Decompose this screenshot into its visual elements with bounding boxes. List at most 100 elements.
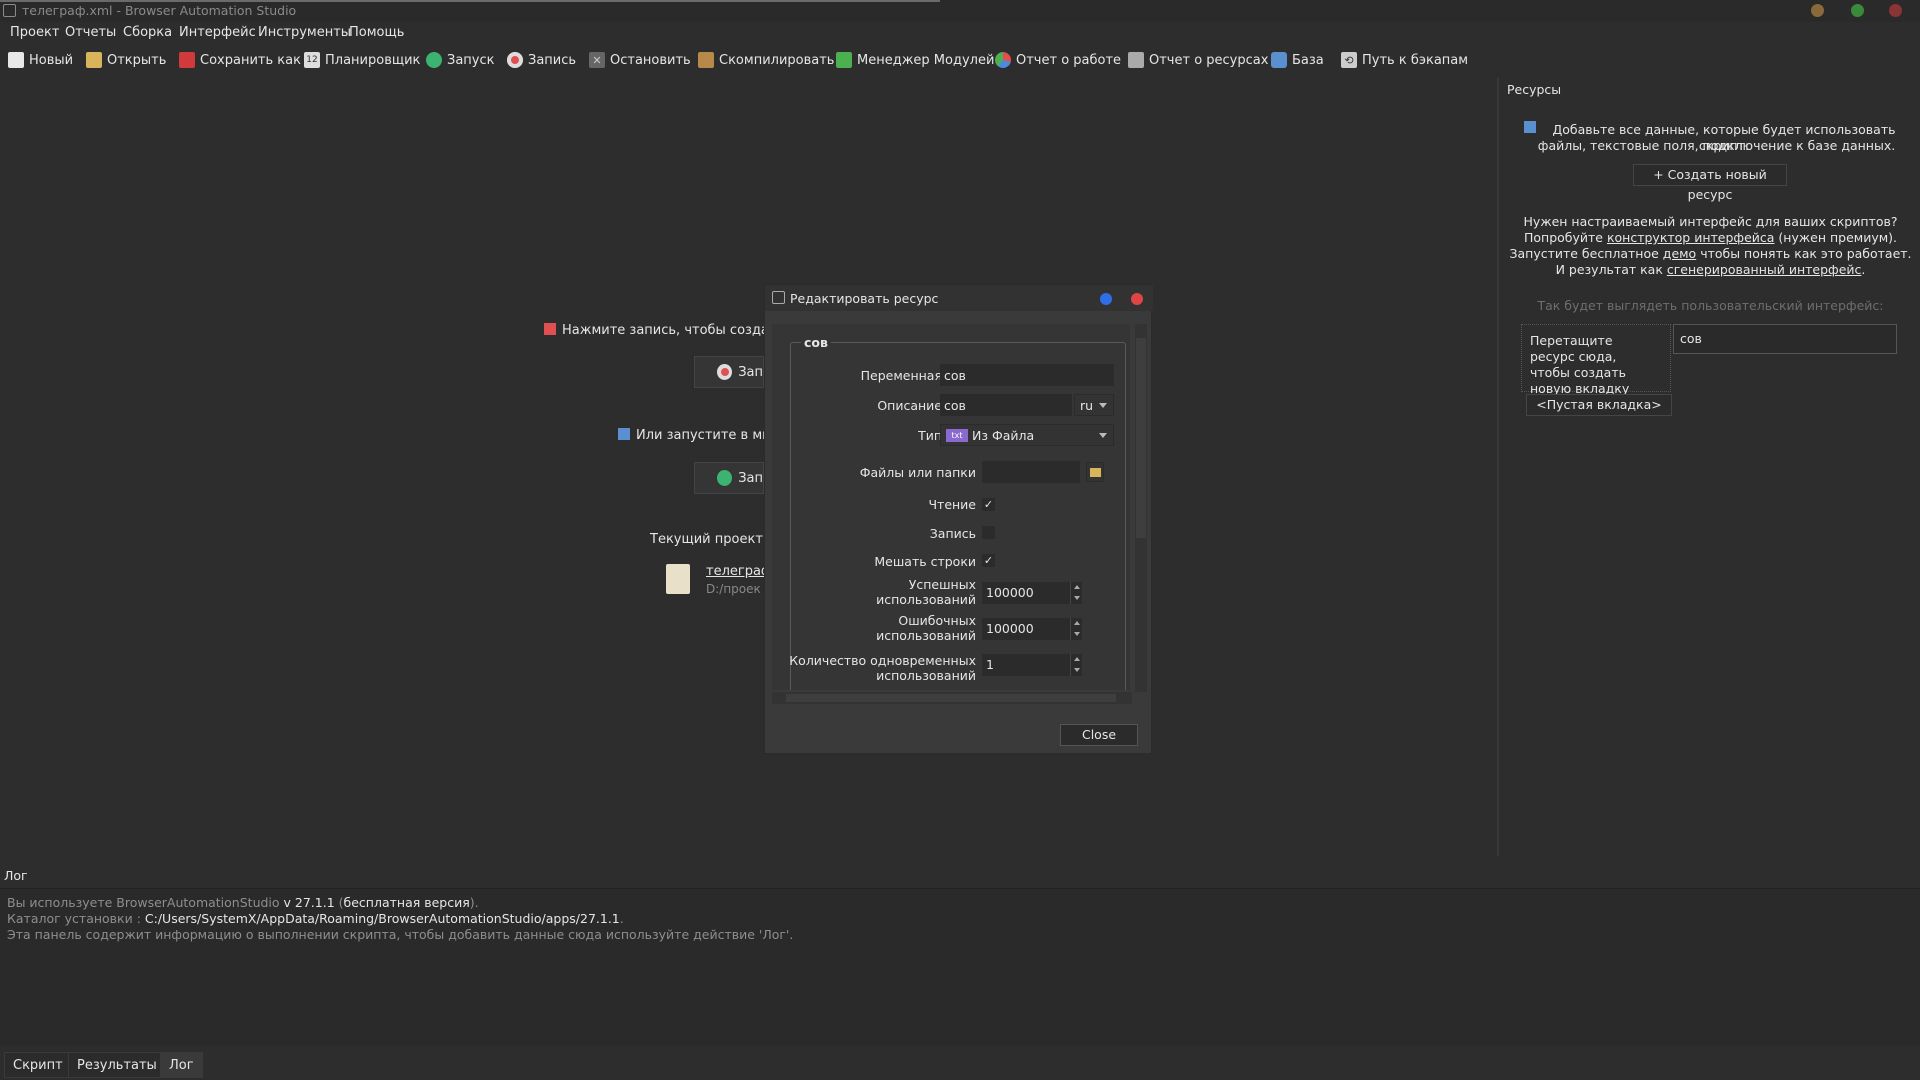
dialog-title: Редактировать ресурс xyxy=(790,291,939,306)
fail-spinbox[interactable]: 100000 xyxy=(982,618,1082,640)
demo-link[interactable]: демо xyxy=(1663,246,1696,261)
work-report-label: Отчет о работе xyxy=(1016,52,1122,68)
success-spinbox[interactable]: 100000 xyxy=(982,582,1082,604)
dialog-close-button[interactable] xyxy=(1131,293,1143,305)
record-button[interactable]: Запись xyxy=(507,49,576,71)
menu-tools[interactable]: Инструменты xyxy=(258,25,351,40)
dialog-close-text-button[interactable]: Close xyxy=(1060,724,1138,746)
concurrent-value: 1 xyxy=(986,657,994,672)
spin-down-icon[interactable] xyxy=(1070,665,1082,676)
info-icon xyxy=(618,428,630,440)
log-line-info: Эта панель содержит информацию о выполне… xyxy=(7,927,794,942)
generated-interface-link[interactable]: сгенерированный интерфейс xyxy=(1667,262,1862,277)
tab-results[interactable]: Результаты xyxy=(68,1052,166,1078)
stop-icon: ✕ xyxy=(589,52,605,68)
log-line-install-dir: Каталог установки : C:/Users/SystemX/App… xyxy=(7,911,624,926)
scheduler-button[interactable]: 12 Планировщик xyxy=(304,49,420,71)
read-checkbox[interactable]: ✓ xyxy=(982,498,995,511)
module-manager-label: Менеджер Модулей xyxy=(857,52,995,68)
open-label: Открыть xyxy=(107,52,167,68)
compile-button[interactable]: Скомпилировать xyxy=(698,49,834,71)
open-button[interactable]: Открыть xyxy=(86,49,166,71)
save-as-button[interactable]: Сохранить как xyxy=(179,49,301,71)
play-icon xyxy=(717,470,733,486)
project-name-link[interactable]: телеграф xyxy=(706,564,772,579)
spin-up-icon[interactable] xyxy=(1070,618,1082,629)
browse-folder-button[interactable] xyxy=(1086,462,1104,482)
language-value: ru xyxy=(1080,397,1094,413)
spin-down-icon[interactable] xyxy=(1070,629,1082,640)
dialog-horizontal-scrollbar[interactable] xyxy=(772,692,1132,704)
menu-help[interactable]: Помощь xyxy=(349,25,404,40)
toolbar: Новый Открыть Сохранить как 12 Планировщ… xyxy=(0,46,1920,74)
tab-script[interactable]: Скрипт xyxy=(4,1052,72,1078)
stop-button[interactable]: ✕ Остановить xyxy=(589,49,691,71)
files-label: Файлы или папки xyxy=(859,465,976,480)
play-icon xyxy=(426,52,442,68)
maximize-button[interactable] xyxy=(1851,4,1864,17)
interface-builder-link[interactable]: конструктор интерфейса xyxy=(1607,230,1774,245)
spin-down-icon[interactable] xyxy=(1070,593,1082,604)
variable-input[interactable] xyxy=(940,364,1114,386)
description-input[interactable] xyxy=(940,394,1072,416)
window-titlebar: телеграф.xml - Browser Automation Studio xyxy=(0,0,1920,22)
log-header: Лог xyxy=(0,860,1920,888)
work-report-button[interactable]: Отчет о работе xyxy=(995,49,1121,71)
language-select[interactable]: ru xyxy=(1074,394,1114,416)
window-title: телеграф.xml - Browser Automation Studio xyxy=(22,3,297,18)
database-button[interactable]: База xyxy=(1271,49,1324,71)
run-hint-text: Или запустите в мно xyxy=(636,428,779,443)
menu-build[interactable]: Сборка xyxy=(123,25,172,40)
resource-report-button[interactable]: Отчет о ресурсах xyxy=(1128,49,1268,71)
menu-reports[interactable]: Отчеты xyxy=(65,25,116,40)
record-icon xyxy=(717,364,733,380)
record-hint: Нажмите запись, чтобы создать xyxy=(544,323,784,338)
menu-project[interactable]: Проект xyxy=(10,25,59,40)
type-value: Из Файла xyxy=(972,427,1035,443)
tab-log[interactable]: Лог xyxy=(160,1052,203,1078)
backup-icon: ⟲ xyxy=(1341,52,1357,68)
type-select[interactable]: txt Из Файла xyxy=(940,424,1114,446)
dialog-maximize-button[interactable] xyxy=(1100,293,1112,305)
save-as-label: Сохранить как xyxy=(200,52,301,68)
spin-up-icon[interactable] xyxy=(1070,582,1082,593)
backup-path-label: Путь к бэкапам xyxy=(1362,52,1469,68)
record-hint-text: Нажмите запись, чтобы создать xyxy=(562,323,785,338)
close-window-button[interactable] xyxy=(1889,4,1902,17)
puzzle-icon xyxy=(836,52,852,68)
empty-tab-button[interactable]: <Пустая вкладка> xyxy=(1526,394,1672,416)
scroll-thumb[interactable] xyxy=(786,694,1116,702)
concurrent-spinbox[interactable]: 1 xyxy=(982,654,1082,676)
menu-interface[interactable]: Интерфейс xyxy=(179,25,256,40)
preview-input[interactable]: сов xyxy=(1673,324,1897,354)
database-label: База xyxy=(1292,52,1324,68)
promo-line1: Нужен настраиваемый интерфейс для ваших … xyxy=(1523,214,1898,229)
report-icon xyxy=(1128,52,1144,68)
module-manager-button[interactable]: Менеджер Модулей xyxy=(836,49,994,71)
shuffle-label: Мешать строки xyxy=(874,554,976,569)
files-input[interactable] xyxy=(982,461,1080,483)
fail-value: 100000 xyxy=(986,621,1034,636)
write-checkbox[interactable] xyxy=(982,526,995,539)
info-icon xyxy=(544,323,556,335)
run-button[interactable]: Запуск xyxy=(426,49,495,71)
read-label: Чтение xyxy=(928,497,976,512)
fail-label: Ошибочных использований xyxy=(876,613,976,643)
promo-line2: Попробуйте конструктор интерфейса (нужен… xyxy=(1523,230,1897,245)
shuffle-checkbox[interactable]: ✓ xyxy=(982,554,995,567)
drop-zone[interactable]: Перетащите ресурс сюда, чтобы создать но… xyxy=(1521,324,1671,396)
record-label: Запись xyxy=(528,52,577,68)
chevron-down-icon xyxy=(1099,433,1107,438)
txt-file-icon: txt xyxy=(946,428,968,442)
backup-path-button[interactable]: ⟲ Путь к бэкапам xyxy=(1341,49,1468,71)
welcome-record-button[interactable]: Зап xyxy=(694,356,764,388)
dialog-vertical-scrollbar[interactable] xyxy=(1135,324,1147,692)
dialog-icon xyxy=(772,291,785,304)
spin-up-icon[interactable] xyxy=(1070,654,1082,665)
create-resource-button[interactable]: + Создать новый ресурс xyxy=(1633,164,1787,202)
scroll-thumb[interactable] xyxy=(1136,338,1146,538)
new-label: Новый xyxy=(29,52,74,68)
welcome-run-button[interactable]: Зап xyxy=(694,462,764,494)
new-button[interactable]: Новый xyxy=(8,49,73,71)
minimize-button[interactable] xyxy=(1811,4,1824,17)
